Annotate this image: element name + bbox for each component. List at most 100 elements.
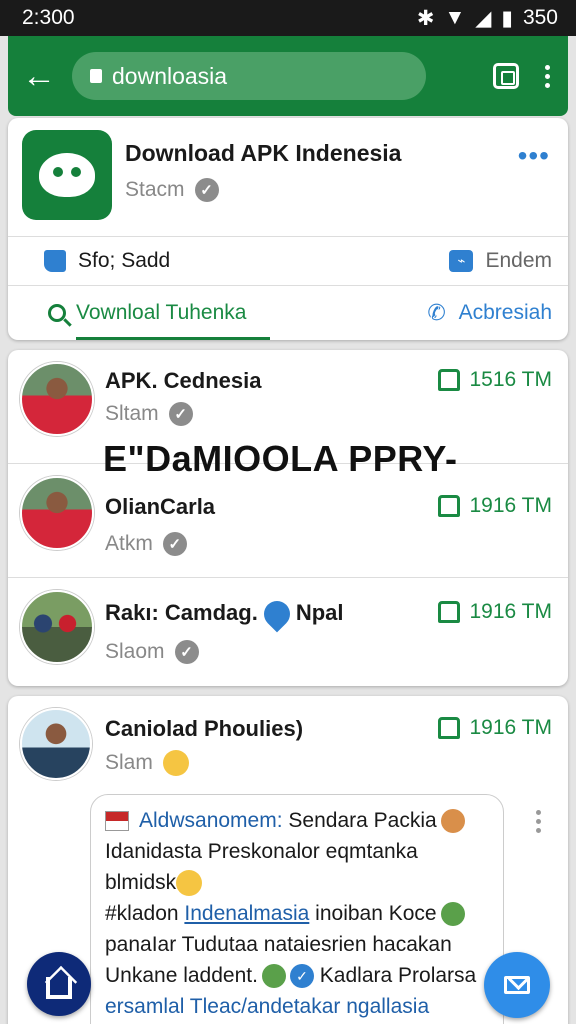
download-tab-label: Vownloal Tuhenka (76, 301, 247, 324)
status-time: 2:300 (22, 6, 75, 29)
share-count[interactable]: 1916 TM (437, 716, 553, 740)
post-detail-card: Caniolad Phoulies) Slam 1916 TM Aldwsano… (8, 696, 568, 1024)
comment-bubble[interactable]: Aldwsanomem: Sendara Packia Idanidasta P… (90, 794, 504, 1024)
app-title[interactable]: Download APK Indenesia (125, 140, 401, 167)
home-button[interactable] (27, 952, 91, 1016)
list-item[interactable]: Caniolad Phoulies) Slam 1916 TM (8, 696, 568, 792)
person-emoji-icon (440, 902, 465, 927)
status-bar: 2:300 ✱ ▼ ◢ ▮ 350 (0, 0, 576, 36)
smile-emoji-icon (176, 870, 203, 897)
avatar[interactable] (20, 708, 92, 780)
posts-card: APK. Cednesia Sltam ✓ 1516 TM E"DaMIOOLA… (8, 350, 568, 686)
more-dots-icon[interactable]: ••• (518, 142, 550, 170)
avatar[interactable] (20, 590, 94, 664)
comment-text: blmidsk (105, 871, 177, 894)
avatar[interactable] (20, 476, 94, 550)
share-count-text: 1916 TM (469, 494, 553, 517)
mail-icon (504, 976, 530, 994)
comment-line[interactable]: ersamlal Tleac/andetakar ngallasia (105, 991, 489, 1022)
check-icon: ✓ (168, 402, 193, 426)
comment-text: Unkane laddent. (105, 964, 258, 987)
avatar[interactable] (20, 362, 94, 436)
share-count-text: 1916 TM (469, 716, 553, 739)
app-card: Download APK Indenesia Stacm ✓ ••• Sfo; … (8, 118, 568, 340)
app-logo[interactable] (22, 130, 112, 220)
contact-label: Acbresiah (458, 301, 552, 324)
check-icon: ✓ (174, 640, 199, 664)
comment-line: Unkane laddent. ✓ Kadlara Prolarsa (105, 960, 489, 991)
post-meta-text: Sltam (105, 402, 159, 425)
comment-line: #kladon Indenalmasia inoiban Koce (105, 898, 489, 929)
comment-text: Kadlara Prolarsa (319, 964, 477, 987)
download-tab[interactable]: Vownloal Tuhenka (48, 301, 246, 325)
browser-toolbar: ← downloasia (8, 36, 568, 116)
share-count[interactable]: 1916 TM (437, 600, 553, 624)
tabs-icon[interactable] (493, 63, 519, 89)
pin-icon (258, 595, 296, 633)
post-meta-text: Slam (105, 751, 153, 774)
share-icon (437, 495, 460, 517)
post-meta: Atkm ✓ (105, 532, 187, 556)
post-meta: Sltam ✓ (105, 402, 193, 426)
list-item[interactable]: Rakı: Camdag. Npal Slaom ✓ 1916 TM (8, 578, 568, 686)
share-count[interactable]: 1516 TM (437, 368, 553, 392)
comment-overflow-icon[interactable] (536, 810, 541, 833)
post-author[interactable]: APK. Cednesia (105, 368, 262, 394)
comment-mention-link[interactable]: Aldwsanomem: (139, 809, 283, 832)
meta-right-label: Endem (485, 249, 552, 272)
comment-text: inoiban Koce (315, 902, 437, 925)
overflow-menu-icon[interactable] (545, 64, 550, 88)
app-subtitle: Stacm ✓ (125, 178, 219, 202)
list-item[interactable]: OlianCarla Atkm ✓ 1916 TM (8, 464, 568, 578)
contact-button[interactable]: ✆ Acbresiah (425, 301, 552, 325)
signal-icon: ◢ (475, 6, 492, 30)
check-icon: ✓ (194, 178, 219, 202)
post-author-suffix: Npal (295, 600, 344, 625)
person-emoji-icon (440, 809, 465, 834)
post-meta-text: Slaom (105, 640, 165, 663)
comment-line: blmidsk (105, 867, 489, 898)
comment-text: Sendara Packia (288, 809, 437, 832)
post-author[interactable]: Caniolad Phoulies) (105, 716, 303, 742)
thumbs-up-icon[interactable] (44, 250, 66, 272)
app-meta-row: Sfo; Sadd ⌁ Endem (8, 237, 568, 285)
battery-level: 350 (522, 6, 558, 29)
battery-icon: ▮ (501, 6, 513, 30)
share-icon (437, 601, 460, 623)
active-tab-indicator (76, 337, 270, 340)
post-meta: Slaom ✓ (105, 640, 199, 664)
meta-left-label: Sfo; Sadd (78, 249, 171, 272)
comment-line: Idanidasta Preskonalor eqmtanka (105, 840, 418, 863)
post-meta-text: Atkm (105, 532, 153, 555)
url-text: downloasia (112, 62, 228, 89)
comment-link[interactable]: Indenalmasia (184, 902, 309, 925)
app-subtitle-text: Stacm (125, 178, 185, 201)
post-author[interactable]: Rakı: Camdag. Npal (105, 595, 344, 633)
url-bar[interactable]: downloasia (72, 52, 426, 100)
comment-hashtag[interactable]: #kladon (105, 902, 179, 925)
verified-icon: ✓ (289, 964, 314, 989)
share-count[interactable]: 1916 TM (437, 494, 553, 518)
share-count-text: 1516 TM (469, 368, 553, 391)
frog-emoji-icon (261, 964, 286, 989)
phone-icon: ✆ (427, 300, 446, 325)
search-icon (48, 304, 66, 322)
home-icon (46, 977, 72, 999)
lock-icon (90, 69, 102, 83)
post-author[interactable]: OlianCarla (105, 494, 215, 520)
image-icon[interactable]: ⌁ (449, 250, 474, 272)
flag-icon (105, 811, 129, 832)
share-icon (437, 369, 460, 391)
bluetooth-icon: ✱ (416, 6, 435, 30)
post-meta: Slam (105, 750, 189, 776)
comment-line: panaIar Tudutaa nataiesrien hacakan (105, 933, 452, 956)
post-author-prefix: Rakı: Camdag. (105, 600, 258, 625)
app-actions-row: Vownloal Tuhenka ✆ Acbresiah (8, 286, 568, 340)
share-icon (437, 717, 460, 739)
status-icons: ✱ ▼ ◢ ▮ 350 (417, 6, 558, 31)
comment-line: Aldwsanomem: Sendara Packia (105, 805, 489, 836)
mail-button[interactable] (484, 952, 550, 1018)
back-arrow-icon[interactable]: ← (22, 59, 72, 93)
share-count-text: 1916 TM (469, 600, 553, 623)
check-icon: ✓ (162, 532, 187, 556)
